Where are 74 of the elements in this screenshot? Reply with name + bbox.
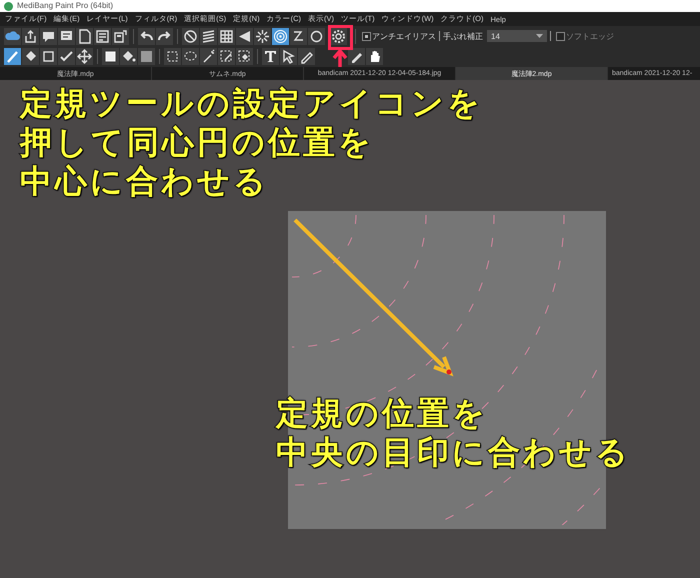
checkbox[interactable]	[556, 32, 565, 40]
concentric-circles-icon	[273, 28, 288, 44]
list-icon	[95, 28, 110, 44]
settings-icon	[331, 28, 346, 44]
gradient-button[interactable]	[138, 48, 155, 65]
panel-button[interactable]	[112, 28, 129, 44]
magic-wand-icon	[201, 49, 216, 64]
annotation-text: 定規ツールの設定アイコンを 押して同心円の位置を 中心に合わせる	[20, 84, 483, 201]
stabilizer-label: 手ぶれ補正	[443, 30, 483, 42]
text-icon	[263, 49, 278, 64]
list-button[interactable]	[94, 28, 111, 44]
document-button[interactable]	[76, 28, 93, 44]
ellipse-button[interactable]	[308, 28, 325, 44]
concentric-circles-button[interactable]	[272, 28, 289, 44]
speech-bubble-button[interactable]	[40, 28, 57, 44]
paint-bucket-icon	[121, 49, 136, 64]
square-icon	[103, 49, 118, 64]
magic-wand-button[interactable]	[200, 48, 217, 65]
paint-bucket-button[interactable]	[120, 48, 137, 65]
center-marker-icon	[446, 370, 452, 374]
dropdown-caret-icon	[536, 34, 543, 38]
comment-button[interactable]	[58, 28, 75, 44]
selection-eraser-button[interactable]	[236, 48, 253, 65]
app-icon	[4, 2, 13, 10]
radial-lines-icon	[255, 28, 270, 44]
panel-icon	[113, 28, 128, 44]
selection-eraser-icon	[237, 49, 252, 64]
grid-icon	[219, 28, 234, 44]
parallel-lines-button[interactable]	[200, 28, 217, 44]
text-button[interactable]	[262, 48, 279, 65]
dashed-rectangle-icon	[165, 49, 180, 64]
perspective-button[interactable]	[236, 28, 253, 44]
rectangle-icon	[41, 49, 56, 64]
redo-button[interactable]	[156, 28, 173, 44]
checkbox[interactable]	[362, 32, 371, 40]
undo-button[interactable]	[138, 28, 155, 44]
pointer-icon	[281, 49, 296, 64]
selection-pen-icon	[219, 49, 234, 64]
brush-icon	[5, 49, 20, 64]
curve-icon	[291, 28, 306, 44]
antialias-label: アンチエイリアス	[372, 30, 436, 42]
parallel-lines-icon	[201, 28, 216, 44]
share-button[interactable]	[22, 28, 39, 44]
move-icon	[77, 49, 92, 64]
polyline-icon	[59, 49, 74, 64]
square-button[interactable]	[102, 48, 119, 65]
hand-button[interactable]	[366, 48, 383, 65]
pointer-button[interactable]	[280, 48, 297, 65]
perspective-icon	[237, 28, 252, 44]
curve-button[interactable]	[290, 28, 307, 44]
window-title: MediBang Paint Pro (64bit)	[17, 1, 114, 11]
grid-button[interactable]	[218, 28, 235, 44]
cloud-button[interactable]	[4, 28, 21, 44]
dashed-rectangle-button[interactable]	[164, 48, 181, 65]
rectangle-button[interactable]	[40, 48, 57, 65]
eraser-button[interactable]	[22, 48, 39, 65]
highlight-frame	[328, 25, 353, 50]
lasso-button[interactable]	[182, 48, 199, 65]
polyline-button[interactable]	[58, 48, 75, 65]
pencil-button[interactable]	[348, 48, 365, 65]
pen-button[interactable]	[298, 48, 315, 65]
selection-pen-button[interactable]	[218, 48, 235, 65]
pointer-arrow-icon	[332, 49, 348, 67]
gradient-icon	[139, 49, 154, 64]
radial-lines-button[interactable]	[254, 28, 271, 44]
share-icon	[23, 28, 38, 44]
stabilizer-dropdown[interactable]: 14	[487, 30, 547, 42]
annotation-text: 定規の位置を 中央の目印に合わせる	[276, 394, 631, 472]
soft-edge-label: ソフトエッジ	[566, 30, 614, 42]
document-icon	[77, 28, 92, 44]
move-button[interactable]	[76, 48, 93, 65]
ellipse-icon	[309, 28, 324, 44]
no-entry-icon	[183, 28, 198, 44]
no-entry-button[interactable]	[182, 28, 199, 44]
